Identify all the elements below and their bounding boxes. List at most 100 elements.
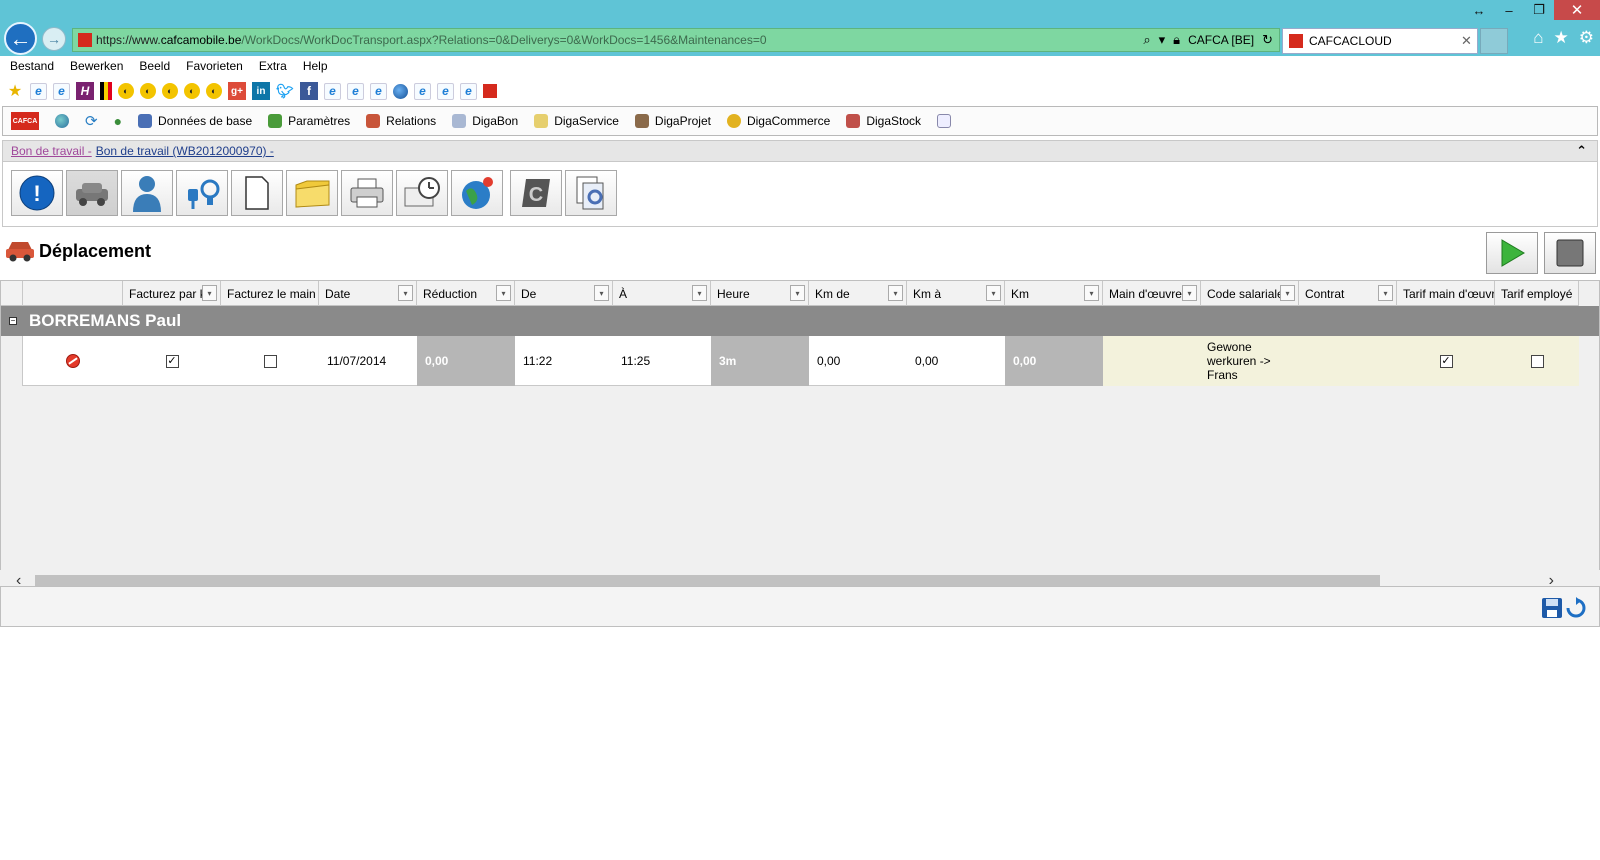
search-icon[interactable]: ⌕	[1143, 32, 1150, 48]
cell-contrat[interactable]	[1299, 336, 1397, 386]
collapse-icon[interactable]: ⌃	[1576, 143, 1587, 159]
linkedin-icon[interactable]: in	[252, 82, 270, 100]
refresh-icon[interactable]: ↻	[1262, 32, 1273, 48]
energy-button[interactable]	[176, 170, 228, 216]
favorite-ie-link-icon[interactable]: e	[460, 82, 477, 100]
favorite-ie-link-icon[interactable]: e	[324, 82, 341, 100]
facebook-icon[interactable]: f	[300, 82, 318, 100]
favorite-yellow-icon[interactable]: ◐	[206, 83, 222, 99]
filter-icon[interactable]: ▾	[790, 285, 805, 301]
transport-button[interactable]	[66, 170, 118, 216]
menu-extra[interactable]: Extra	[259, 59, 287, 73]
filter-icon[interactable]: ▾	[398, 285, 413, 301]
web-button[interactable]	[451, 170, 503, 216]
header-reduction[interactable]: Réduction ▾	[417, 281, 515, 306]
table-row[interactable]: ✓ 11/07/2014 0,00 11:22 11:25 3m 0,00 0,…	[1, 336, 1579, 386]
header-tarif-employe[interactable]: Tarif employé	[1495, 281, 1579, 306]
info-button[interactable]: !	[11, 170, 63, 216]
menu-bewerken[interactable]: Bewerken	[70, 59, 123, 73]
filter-icon[interactable]: ▾	[1280, 285, 1295, 301]
cell-code-salariale[interactable]: Gewone werkuren -> Frans	[1201, 336, 1299, 386]
menu-help[interactable]: Help	[303, 59, 328, 73]
dropdown-arrow-icon[interactable]: ▾	[1159, 32, 1166, 48]
new-tab-button[interactable]	[1480, 28, 1508, 54]
favorite-yellow-icon[interactable]: ◐	[140, 83, 156, 99]
nav-digaservice[interactable]: DigaService	[534, 114, 619, 128]
checkbox-tarif-employe[interactable]	[1530, 354, 1544, 368]
cell-a[interactable]: 11:25	[613, 336, 711, 386]
restore-button[interactable]: ❐	[1524, 0, 1554, 20]
url-text[interactable]: https://www.cafcamobile.be/WorkDocs/Work…	[96, 33, 1143, 47]
lock-icon[interactable]: 🔒︎	[1173, 32, 1180, 48]
address-bar[interactable]: https://www.cafcamobile.be/WorkDocs/Work…	[72, 28, 1280, 52]
tab-cafcacloud[interactable]: CAFCACLOUD ✕	[1282, 28, 1478, 54]
certificate-label[interactable]: CAFCA [BE]	[1188, 33, 1254, 47]
cell-km-de[interactable]: 0,00	[809, 336, 907, 386]
row-selector[interactable]	[1, 336, 23, 386]
favorite-yellow-icon[interactable]: ◐	[118, 83, 134, 99]
cell-tarif-employe[interactable]	[1495, 336, 1579, 386]
filter-icon[interactable]: ▾	[986, 285, 1001, 301]
breadcrumb-link-bon-de-travail[interactable]: Bon de travail -	[11, 144, 92, 158]
favorite-yellow-icon[interactable]: ◐	[184, 83, 200, 99]
home-icon[interactable]: ⌂	[1533, 28, 1543, 48]
filter-icon[interactable]: ▾	[496, 285, 511, 301]
undo-icon[interactable]	[1565, 597, 1587, 619]
nav-donnees-de-base[interactable]: Données de base	[138, 114, 252, 128]
back-button[interactable]: ←	[4, 22, 37, 55]
twitter-icon[interactable]: 🐦︎	[276, 82, 294, 100]
nav-digastock[interactable]: DigaStock	[846, 114, 921, 128]
checkbox-tarif-main[interactable]: ✓	[1439, 354, 1453, 368]
favorite-ie-link-icon[interactable]: e	[30, 82, 47, 100]
filter-icon[interactable]: ▾	[1084, 285, 1099, 301]
user-icon[interactable]: ●	[114, 113, 122, 129]
header-tarif-main[interactable]: Tarif main d'œuvr	[1397, 281, 1495, 306]
header-km[interactable]: Km ▾	[1005, 281, 1103, 306]
header-facturez-main[interactable]: Facturez le main d	[221, 281, 319, 306]
checklist-icon[interactable]	[937, 114, 952, 128]
header-a[interactable]: À ▾	[613, 281, 711, 306]
header-contrat[interactable]: Contrat ▾	[1299, 281, 1397, 306]
collapse-group-icon[interactable]: −	[9, 317, 17, 325]
cell-date[interactable]: 11/07/2014	[319, 336, 417, 386]
favorite-ie-link-icon[interactable]: e	[347, 82, 364, 100]
header-code-salariale[interactable]: Code salariale ▾	[1201, 281, 1299, 306]
cell-delete[interactable]	[23, 336, 123, 386]
filter-icon[interactable]: ▾	[1378, 285, 1393, 301]
resize-icon[interactable]: ↔	[1464, 0, 1494, 20]
menu-beeld[interactable]: Beeld	[139, 59, 170, 73]
cafca-logo[interactable]: CAFCA	[11, 112, 39, 130]
cafca-button[interactable]: C	[510, 170, 562, 216]
filter-icon[interactable]: ▾	[1182, 285, 1197, 301]
forward-button[interactable]: →	[42, 27, 66, 51]
employee-button[interactable]	[121, 170, 173, 216]
save-icon[interactable]	[1541, 597, 1563, 619]
folder-button[interactable]	[286, 170, 338, 216]
favorite-cafca-icon[interactable]	[483, 84, 497, 98]
delete-icon[interactable]	[66, 354, 80, 368]
nav-relations[interactable]: Relations	[366, 114, 436, 128]
menu-bestand[interactable]: Bestand	[10, 59, 54, 73]
checkbox-facturez-par-km[interactable]: ✓	[165, 354, 179, 368]
sync-icon[interactable]: ⟳	[85, 112, 98, 130]
header-km-de[interactable]: Km de ▾	[809, 281, 907, 306]
add-favorite-icon[interactable]: ★	[6, 82, 24, 100]
filter-icon[interactable]: ▾	[594, 285, 609, 301]
print-button[interactable]	[341, 170, 393, 216]
header-heure[interactable]: Heure ▾	[711, 281, 809, 306]
new-document-button[interactable]	[231, 170, 283, 216]
nav-parametres[interactable]: Paramètres	[268, 114, 350, 128]
favorite-ie-link-icon[interactable]: e	[53, 82, 70, 100]
menu-favorieten[interactable]: Favorieten	[186, 59, 243, 73]
nav-digacommerce[interactable]: DigaCommerce	[726, 114, 830, 128]
cell-main-doeuvre[interactable]	[1103, 336, 1201, 386]
breadcrumb-link-current[interactable]: Bon de travail (WB2012000970) -	[96, 144, 274, 158]
cell-km-a[interactable]: 0,00	[907, 336, 1005, 386]
header-de[interactable]: De ▾	[515, 281, 613, 306]
close-window-button[interactable]: ✕	[1554, 0, 1600, 20]
stop-button[interactable]	[1544, 232, 1596, 274]
settings-gear-icon[interactable]: ⚙	[1579, 28, 1594, 48]
cell-facturez-main[interactable]	[221, 336, 319, 386]
filter-icon[interactable]: ▾	[692, 285, 707, 301]
nav-digaprojet[interactable]: DigaProjet	[634, 114, 711, 128]
